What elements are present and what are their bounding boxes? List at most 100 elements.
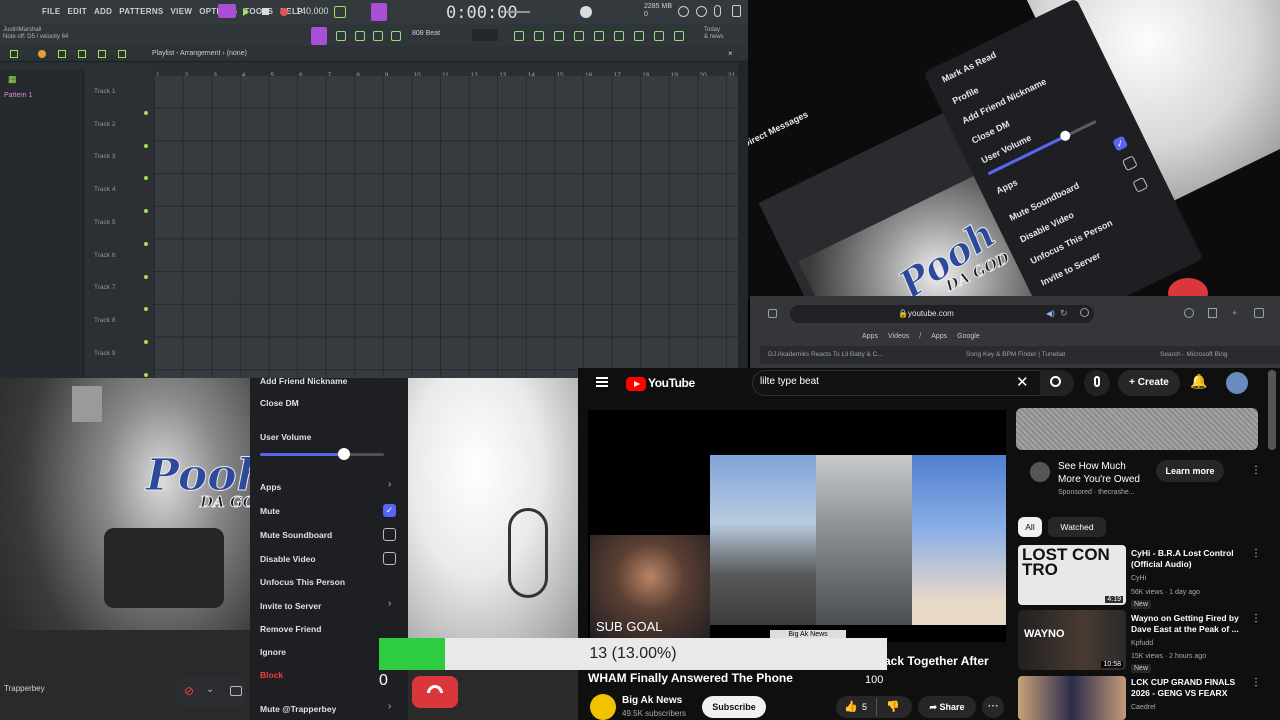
- settings-icon[interactable]: [696, 6, 707, 17]
- download-icon[interactable]: [1184, 308, 1194, 318]
- track-mute-led[interactable]: [144, 209, 148, 214]
- extension-icon[interactable]: [1080, 308, 1089, 317]
- menu-edit[interactable]: EDIT: [68, 7, 87, 16]
- record-icon[interactable]: [280, 8, 288, 16]
- menu-disable-video[interactable]: Disable Video: [260, 554, 316, 564]
- brush-icon[interactable]: [373, 31, 383, 41]
- page-scrollbar[interactable]: [1268, 370, 1276, 450]
- share-button[interactable]: ➦ Share: [918, 696, 976, 718]
- menu-mute-user[interactable]: Mute @Trapperbey: [260, 704, 336, 714]
- mute-icon[interactable]: [118, 50, 126, 58]
- stop-icon[interactable]: [262, 8, 269, 15]
- track-label[interactable]: Track 2: [94, 121, 115, 128]
- recommendation-thumbnail[interactable]: LOST CON TRO 4:19: [1018, 545, 1126, 605]
- tab-tunebat[interactable]: Song Key & BPM Finder | Tunebat: [966, 351, 1065, 358]
- magnet-icon[interactable]: [38, 50, 46, 58]
- snap-icon[interactable]: [311, 27, 327, 45]
- menu-close-dm[interactable]: Close DM: [970, 119, 1011, 146]
- menu-add-friend-nickname[interactable]: Add Friend Nickname: [260, 378, 347, 386]
- recommendation-channel[interactable]: CyHi: [1131, 574, 1146, 583]
- paint-icon[interactable]: [78, 50, 86, 58]
- news-panel[interactable]: Today & news: [704, 27, 724, 41]
- delete-icon[interactable]: [98, 50, 106, 58]
- ad-banner-image[interactable]: [1016, 408, 1258, 450]
- recommendation-channel[interactable]: Caedrel: [1131, 703, 1156, 712]
- playlist-icon[interactable]: [574, 31, 584, 41]
- recommendation-thumbnail[interactable]: WAYNO 10:58: [1018, 610, 1126, 670]
- account-avatar[interactable]: [1226, 372, 1248, 394]
- channel-avatar[interactable]: [590, 694, 616, 720]
- pattern-selector[interactable]: [472, 29, 498, 41]
- menu-profile[interactable]: Profile: [951, 85, 981, 106]
- tempo-tap-icon[interactable]: [654, 31, 664, 41]
- menu-add[interactable]: ADD: [94, 7, 112, 16]
- menu-apps[interactable]: Apps: [260, 482, 281, 492]
- wait-input-icon[interactable]: [371, 3, 387, 21]
- recommendation-menu-icon[interactable]: ⋮: [1251, 548, 1261, 559]
- channel-name[interactable]: Big Ak News: [622, 695, 682, 706]
- bookmark-google[interactable]: Google: [957, 333, 980, 340]
- search-button[interactable]: [1040, 370, 1074, 396]
- mute-mic-button[interactable]: ⊘ ⌄: [176, 678, 246, 706]
- tab-djakademiks[interactable]: DJ Akademiks Reacts To Lil Baby & C...: [768, 351, 883, 358]
- menu-add-friend-nickname[interactable]: Add Friend Nickname: [960, 76, 1048, 126]
- menu-mute-soundboard[interactable]: Mute Soundboard: [260, 530, 332, 540]
- disable-video-checkbox[interactable]: [383, 552, 396, 565]
- mute-soundboard-checkbox[interactable]: [1121, 155, 1138, 172]
- notifications-bell-icon[interactable]: 🔔: [1190, 373, 1207, 390]
- master-volume-slider[interactable]: [506, 11, 530, 13]
- subscribe-button[interactable]: Subscribe: [702, 696, 766, 718]
- close-icon[interactable]: ×: [728, 50, 735, 58]
- share-icon[interactable]: [1208, 308, 1217, 318]
- mixer-icon[interactable]: [514, 31, 524, 41]
- track-label[interactable]: Track 3: [94, 153, 115, 160]
- create-button[interactable]: + Create: [1118, 370, 1180, 396]
- menu-remove-friend[interactable]: Remove Friend: [260, 624, 321, 634]
- recommendation-title[interactable]: CyHi - B.R.A Lost Control (Official Audi…: [1131, 548, 1249, 570]
- master-pitch-knob[interactable]: [580, 6, 592, 18]
- playlist-scrollbar[interactable]: [738, 62, 748, 378]
- track-label[interactable]: Track 1: [94, 88, 115, 95]
- thumbs-up-icon[interactable]: 👍: [844, 700, 858, 713]
- chip-all[interactable]: All: [1018, 517, 1042, 537]
- track-label[interactable]: Track 8: [94, 317, 115, 324]
- track-label[interactable]: Track 6: [94, 252, 115, 259]
- more-actions-icon[interactable]: ⋯: [982, 696, 1004, 718]
- piano-roll-icon[interactable]: [554, 31, 564, 41]
- recommendation-title[interactable]: LCK CUP GRAND FINALS 2026 - GENG VS FEAR…: [1131, 677, 1249, 699]
- youtube-logo-icon[interactable]: [626, 377, 646, 391]
- menu-invite-to-server[interactable]: Invite to Server: [260, 601, 321, 611]
- recommendation-title[interactable]: Wayno on Getting Fired by Dave East at t…: [1131, 613, 1249, 635]
- track-mute-led[interactable]: [144, 143, 148, 148]
- camera-icon[interactable]: [230, 686, 242, 696]
- track-label[interactable]: Track 4: [94, 186, 115, 193]
- menu-mute[interactable]: Mute: [260, 506, 280, 516]
- menu-view[interactable]: VIEW: [171, 7, 193, 16]
- chip-watched[interactable]: Watched: [1048, 517, 1106, 537]
- touch-icon[interactable]: [634, 31, 644, 41]
- menu-patterns[interactable]: PATTERNS: [119, 7, 163, 16]
- address-bar-url[interactable]: youtube.com: [908, 309, 954, 318]
- menu-close-dm[interactable]: Close DM: [260, 398, 299, 408]
- browser-icon[interactable]: [594, 31, 604, 41]
- bookmark-apps-2[interactable]: Apps: [931, 333, 947, 340]
- tuner-icon[interactable]: [732, 5, 741, 17]
- project-icon[interactable]: [674, 31, 684, 41]
- menu-block[interactable]: Block: [260, 670, 283, 680]
- ad-title[interactable]: See How Much More You're Owed: [1058, 460, 1150, 486]
- mute-checkbox-checked[interactable]: ✓: [383, 504, 396, 517]
- mic-icon[interactable]: [714, 5, 721, 17]
- picker-panel-icon[interactable]: ▦: [8, 74, 17, 85]
- draw-icon[interactable]: [58, 50, 66, 58]
- pattern-song-toggle[interactable]: [218, 4, 236, 18]
- search-query[interactable]: lilte type beat: [760, 376, 819, 387]
- learn-more-button[interactable]: Learn more: [1156, 460, 1224, 482]
- play-icon[interactable]: [243, 8, 249, 16]
- track-label[interactable]: Track 9: [94, 350, 115, 357]
- user-volume-knob[interactable]: [338, 448, 351, 460]
- thumbs-down-icon[interactable]: 👎: [886, 700, 900, 713]
- plugin-icon[interactable]: [614, 31, 624, 41]
- audio-playing-icon[interactable]: ◀): [1046, 309, 1055, 318]
- picker-icon[interactable]: [10, 50, 18, 58]
- tempo-display[interactable]: 140.000: [296, 6, 329, 16]
